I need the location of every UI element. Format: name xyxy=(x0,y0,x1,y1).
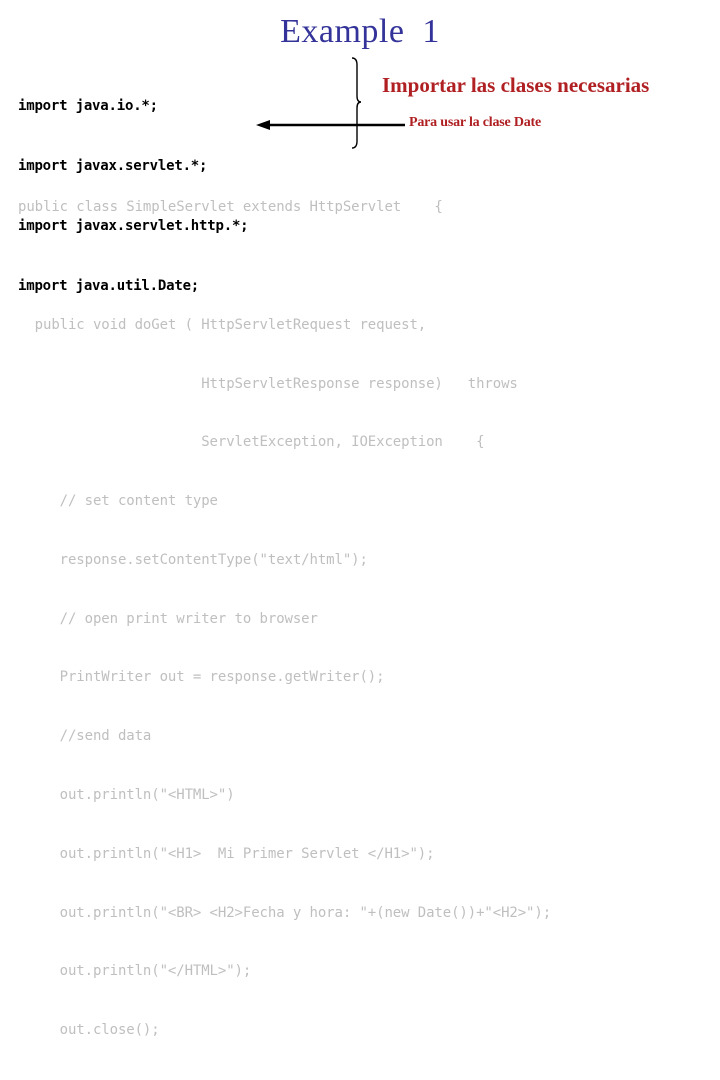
code-line: //send data xyxy=(18,727,551,747)
code-line: out.println("<HTML>") xyxy=(18,786,551,806)
slide-canvas: Example 1 import java.io.*; import javax… xyxy=(0,0,720,540)
annotation-import-classes: Importar las clases necesarias xyxy=(382,72,649,98)
right-curly-brace-icon xyxy=(352,58,361,148)
servlet-code-block: public class SimpleServlet extends HttpS… xyxy=(18,159,551,1080)
import-line: import java.io.*; xyxy=(18,96,248,116)
code-line: ServletException, IOException { xyxy=(18,433,551,453)
code-line: out.println("<BR> <H2>Fecha y hora: "+(n… xyxy=(18,904,551,924)
annotation-date-class: Para usar la clase Date xyxy=(409,114,541,132)
code-line: // open print writer to browser xyxy=(18,610,551,630)
code-line: PrintWriter out = response.getWriter(); xyxy=(18,668,551,688)
code-line: public void doGet ( HttpServletRequest r… xyxy=(18,316,551,336)
page-title: Example 1 xyxy=(0,12,720,52)
code-line: public class SimpleServlet extends HttpS… xyxy=(18,198,551,218)
code-line xyxy=(18,257,551,277)
code-line: HttpServletResponse response) throws xyxy=(18,375,551,395)
code-line: response.setContentType("text/html"); xyxy=(18,551,551,571)
code-line: out.close(); xyxy=(18,1021,551,1041)
code-line: // set content type xyxy=(18,492,551,512)
code-line: out.println("</HTML>"); xyxy=(18,962,551,982)
arrow-head-icon xyxy=(256,120,270,130)
code-line: out.println("<H1> Mi Primer Servlet </H1… xyxy=(18,845,551,865)
